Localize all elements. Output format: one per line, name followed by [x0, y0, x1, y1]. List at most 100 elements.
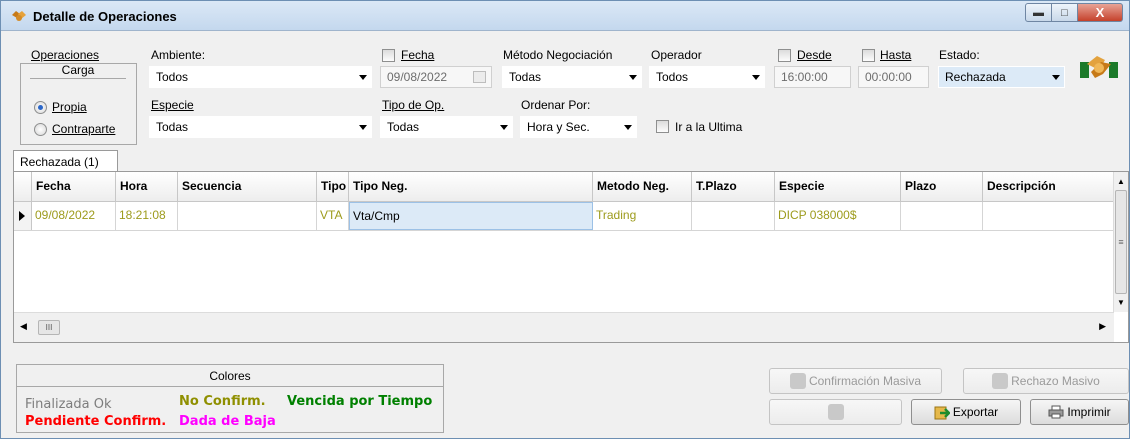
ir-ultima-checkbox[interactable]	[656, 120, 669, 133]
carga-header: Carga	[30, 63, 126, 79]
scroll-up-icon[interactable]: ▲	[1117, 177, 1125, 186]
col-hora[interactable]: Hora	[116, 172, 178, 202]
hasta-value: 00:00:00	[865, 70, 912, 84]
scroll-left-icon[interactable]: ◀	[20, 321, 27, 332]
handshake-logo-icon[interactable]	[1079, 48, 1119, 86]
cell-metodo-neg[interactable]: Trading	[593, 202, 692, 230]
fecha-datepicker[interactable]: 09/08/2022	[380, 66, 492, 88]
ambiente-select[interactable]: Todos	[149, 66, 372, 88]
operador-select[interactable]: Todos	[649, 66, 765, 88]
horizontal-scroll-thumb[interactable]: III	[38, 320, 60, 335]
col-plazo[interactable]: Plazo	[901, 172, 983, 202]
scroll-down-icon[interactable]: ▼	[1117, 298, 1125, 307]
close-button[interactable]: X	[1078, 3, 1123, 22]
desde-checkbox[interactable]	[778, 49, 791, 62]
ir-ultima-label[interactable]: Ir a la Ultima	[675, 120, 742, 134]
current-row-arrow-icon	[19, 211, 25, 221]
hasta-checkbox[interactable]	[862, 49, 875, 62]
cell-descripcion[interactable]	[983, 202, 1114, 230]
col-metodo-neg[interactable]: Metodo Neg.	[593, 172, 692, 202]
rechazo-masivo-label: Rechazo Masivo	[1011, 374, 1100, 388]
grip-icon: III	[45, 323, 53, 332]
chevron-down-icon	[752, 75, 760, 80]
horizontal-scrollbar[interactable]: ◀ III ▶	[14, 312, 1114, 342]
reject-icon	[992, 373, 1009, 389]
confirm-icon	[789, 373, 806, 389]
chevron-down-icon	[500, 125, 508, 130]
operaciones-label: Operaciones	[31, 48, 100, 62]
imprimir-label: Imprimir	[1067, 405, 1111, 419]
vertical-scroll-thumb[interactable]: ≡	[1115, 190, 1127, 294]
export-icon	[934, 406, 950, 420]
title-bar[interactable]: Detalle de Operaciones ▬ □ X	[1, 1, 1129, 31]
contraparte-radio[interactable]	[34, 123, 47, 136]
cell-secuencia[interactable]	[178, 202, 317, 230]
cell-t-plazo[interactable]	[692, 202, 775, 230]
especie-label: Especie	[151, 98, 194, 112]
cell-especie[interactable]: DICP 038000$	[775, 202, 901, 230]
ordenar-value: Hora y Sec.	[527, 120, 590, 134]
exportar-button[interactable]: Exportar	[911, 399, 1021, 425]
desde-value: 16:00:00	[781, 70, 828, 84]
scroll-right-icon[interactable]: ▶	[1099, 321, 1106, 332]
confirmacion-masiva-button[interactable]: Confirmación Masiva	[769, 368, 942, 394]
operador-label: Operador	[651, 48, 702, 62]
calendar-icon	[473, 71, 486, 83]
cell-tipo[interactable]: VTA	[317, 202, 349, 230]
handshake-icon	[12, 11, 26, 21]
col-t-plazo[interactable]: T.Plazo	[692, 172, 775, 202]
contraparte-label[interactable]: Contraparte	[52, 122, 115, 136]
col-secuencia[interactable]: Secuencia	[178, 172, 317, 202]
legend-no-confirm: No Confirm.	[179, 394, 266, 409]
minimize-button[interactable]: ▬	[1025, 3, 1052, 22]
action-icon-button[interactable]	[769, 399, 902, 425]
close-icon: X	[1095, 5, 1105, 20]
legend-finalizada: Finalizada Ok	[25, 397, 112, 412]
cell-plazo[interactable]	[901, 202, 983, 230]
fecha-value: 09/08/2022	[387, 70, 448, 84]
especie-value: Todas	[156, 120, 189, 134]
propia-radio[interactable]	[34, 101, 47, 114]
chevron-down-icon	[359, 75, 367, 80]
ordenar-label: Ordenar Por:	[521, 98, 591, 112]
window-title: Detalle de Operaciones	[33, 9, 177, 24]
fecha-label: Fecha	[401, 48, 435, 62]
metodo-label: Método Negociación	[503, 48, 613, 62]
imprimir-button[interactable]: Imprimir	[1030, 399, 1129, 425]
window-controls: ▬ □ X	[1025, 3, 1123, 23]
ordenar-select[interactable]: Hora y Sec.	[520, 116, 637, 138]
col-tipo[interactable]: Tipo	[317, 172, 349, 202]
hasta-label: Hasta	[880, 48, 912, 62]
minimize-icon: ▬	[1033, 6, 1044, 19]
col-fecha[interactable]: Fecha	[32, 172, 116, 202]
grid-header: Fecha Hora Secuencia Tipo Tipo Neg. Meto…	[14, 172, 1114, 202]
col-tipo-neg[interactable]: Tipo Neg.	[349, 172, 593, 202]
tab-rechazada[interactable]: Rechazada (1)	[13, 150, 118, 172]
fecha-checkbox[interactable]	[382, 49, 395, 62]
especie-select[interactable]: Todas	[149, 116, 372, 138]
cell-tipo-neg[interactable]: Vta/Cmp	[349, 202, 593, 230]
hasta-time-input[interactable]: 00:00:00	[858, 66, 929, 88]
vertical-scrollbar[interactable]: ▲ ≡ ▼	[1113, 172, 1128, 312]
legend-pendiente: Pendiente Confirm.	[25, 414, 167, 429]
cell-hora[interactable]: 18:21:08	[116, 202, 178, 230]
table-row[interactable]: 09/08/2022 18:21:08 VTA Vta/Cmp Trading …	[14, 202, 1114, 231]
desde-label: Desde	[797, 48, 832, 62]
tipo-op-select[interactable]: Todas	[380, 116, 513, 138]
propia-label[interactable]: Propia	[52, 100, 87, 114]
desde-time-input[interactable]: 16:00:00	[774, 66, 851, 88]
metodo-select[interactable]: Todas	[502, 66, 642, 88]
grip-icon: ≡	[1118, 237, 1124, 247]
tab-rechazada-label: Rechazada (1)	[20, 155, 99, 169]
rechazo-masivo-button[interactable]: Rechazo Masivo	[963, 368, 1129, 394]
maximize-button[interactable]: □	[1052, 3, 1078, 22]
maximize-icon: □	[1061, 6, 1068, 19]
ambiente-label: Ambiente:	[151, 48, 206, 62]
col-descripcion[interactable]: Descripción	[983, 172, 1114, 202]
cell-fecha[interactable]: 09/08/2022	[32, 202, 116, 230]
estado-select[interactable]: Rechazada	[938, 66, 1065, 88]
col-especie[interactable]: Especie	[775, 172, 901, 202]
gear-cube-icon	[827, 404, 844, 420]
confirmacion-masiva-label: Confirmación Masiva	[808, 374, 922, 388]
legend-dada-baja: Dada de Baja	[179, 414, 276, 429]
